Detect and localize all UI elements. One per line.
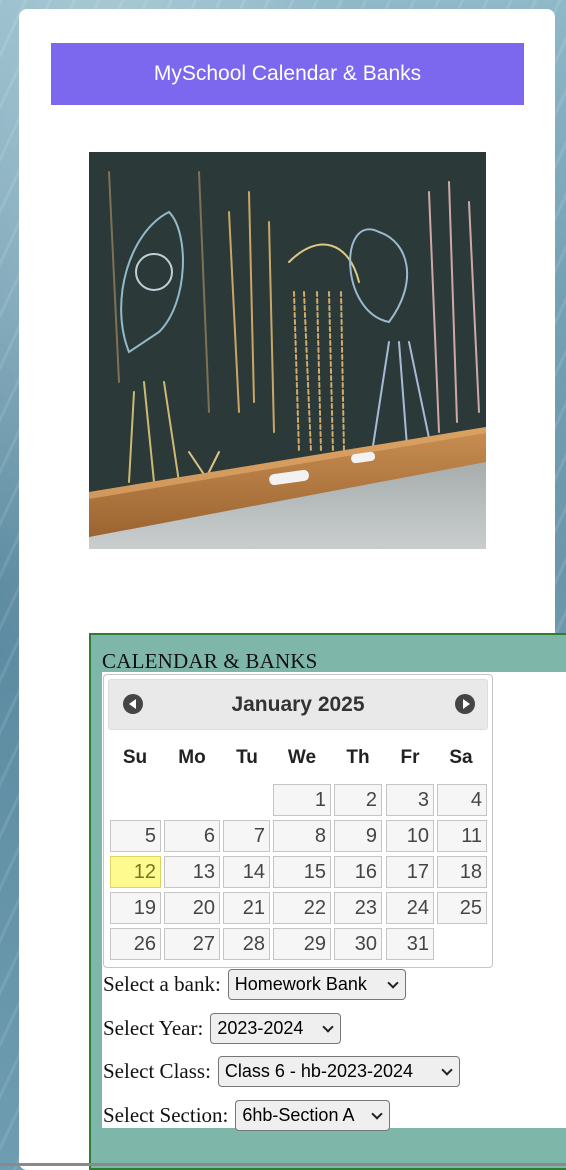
chalkboard-image [89,152,486,549]
day-cell-8[interactable]: 8 [273,820,331,852]
class-select-value: Class 6 - hb-2023-2024 [224,1061,414,1081]
dow-we: We [287,747,317,768]
bank-select-value: Homework Bank [234,974,367,994]
year-select-value: 2023-2024 [217,1018,304,1038]
dow-th: Th [346,747,370,768]
class-row: Select Class: Class 6 - hb-2023-2024 [103,1056,460,1087]
day-cell-3[interactable]: 3 [386,784,434,816]
section-select-value: 6hb-Section A [242,1105,355,1125]
day-cell-17[interactable]: 17 [386,856,434,888]
year-row: Select Year: 2023-2024 [103,1013,342,1044]
day-cell-29[interactable]: 29 [273,928,331,960]
chevron-down-icon [322,1020,334,1033]
day-cell-12[interactable]: 12 [110,856,161,888]
dow-tu: Tu [236,747,258,768]
datepicker-header: January 2025 [108,679,488,730]
app-title: MySchool Calendar & Banks [153,62,422,85]
dow-su: Su [122,747,148,768]
day-cell-30[interactable]: 30 [334,928,382,960]
datepicker: January 2025 Su Mo Tu We Th Fr Sa 123456… [103,674,493,968]
class-label: Select Class: [103,1059,211,1083]
section-select[interactable]: 6hb-Section A [235,1100,391,1131]
day-cell-9[interactable]: 9 [334,820,382,852]
day-cell-24[interactable]: 24 [386,892,434,924]
chevron-down-icon [387,976,399,989]
bank-select[interactable]: Homework Bank [227,969,406,1000]
day-cell-1[interactable]: 1 [273,784,331,816]
day-cell-20[interactable]: 20 [164,892,220,924]
dow-sa: Sa [449,747,473,768]
day-cell-13[interactable]: 13 [164,856,220,888]
calendar-content: January 2025 Su Mo Tu We Th Fr Sa 123456… [102,672,566,1131]
dow-fr: Fr [400,747,420,768]
bank-label: Select a bank: [103,972,221,996]
section-label: Select Section: [103,1103,229,1127]
day-cell-11[interactable]: 11 [437,820,487,852]
app-header: MySchool Calendar & Banks [51,43,524,105]
day-cell-7[interactable]: 7 [223,820,270,852]
day-cell-4[interactable]: 4 [437,784,487,816]
section-row: Select Section: 6hb-Section A [103,1100,391,1131]
day-cell-21[interactable]: 21 [223,892,270,924]
day-cell-19[interactable]: 19 [110,892,161,924]
next-month-icon[interactable] [455,694,475,714]
class-select[interactable]: Class 6 - hb-2023-2024 [217,1056,460,1087]
day-cell-26[interactable]: 26 [110,928,161,960]
day-cell-18[interactable]: 18 [437,856,487,888]
page-divider [0,1163,566,1166]
day-cell-14[interactable]: 14 [223,856,270,888]
dow-mo: Mo [178,747,206,768]
day-cell-15[interactable]: 15 [273,856,331,888]
bank-row: Select a bank: Homework Bank [103,969,406,1000]
day-cell-10[interactable]: 10 [386,820,434,852]
day-cell-22[interactable]: 22 [273,892,331,924]
day-cell-16[interactable]: 16 [334,856,382,888]
day-cell-25[interactable]: 25 [437,892,487,924]
day-cell-6[interactable]: 6 [164,820,220,852]
day-cell-23[interactable]: 23 [334,892,382,924]
day-cell-2[interactable]: 2 [334,784,382,816]
day-cell-31[interactable]: 31 [386,928,434,960]
chalkboard-illustration [89,152,486,549]
chevron-down-icon [441,1063,453,1076]
year-select[interactable]: 2023-2024 [210,1013,342,1044]
year-label: Select Year: [103,1016,204,1040]
month-label: January 2025 [231,693,365,716]
day-cell-5[interactable]: 5 [110,820,161,852]
day-cell-28[interactable]: 28 [223,928,270,960]
panel-title: CALENDAR & BANKS [102,649,318,673]
calendar-panel: CALENDAR & BANKS January 2025 Su Mo Tu W… [89,633,566,1170]
chevron-down-icon [371,1107,384,1120]
day-cell-27[interactable]: 27 [164,928,220,960]
